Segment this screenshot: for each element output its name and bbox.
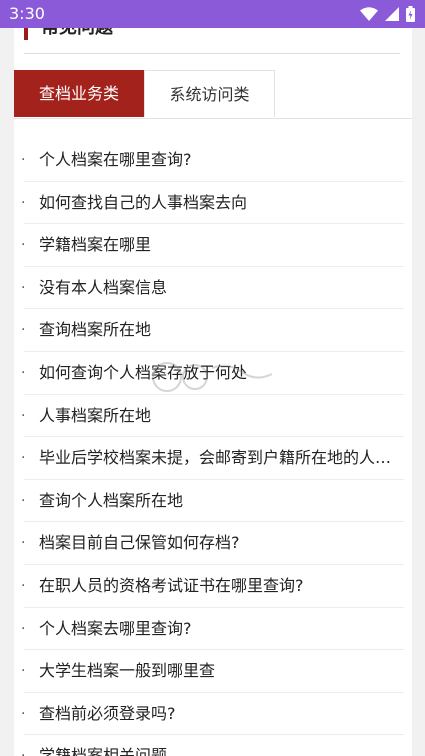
faq-question: 如何查找自己的人事档案去向: [39, 192, 248, 212]
faq-item[interactable]: · 毕业后学校档案未提，会邮寄到户籍所在地的人才中心吗?: [14, 437, 412, 480]
faq-question: 在职人员的资格考试证书在哪里查询?: [39, 575, 304, 595]
faq-item[interactable]: · 个人档案去哪里查询?: [14, 608, 412, 651]
faq-list: · 个人档案在哪里查询? · 如何查找自己的人事档案去向 · 学籍档案在哪里 · 没有本…: [14, 139, 412, 756]
section-title: 常见问题: [41, 28, 113, 40]
tab-archive-business[interactable]: 查档业务类: [14, 70, 144, 117]
bullet-icon: ·: [21, 407, 26, 424]
faq-question: 查询个人档案所在地: [39, 490, 184, 510]
faq-item[interactable]: · 个人档案在哪里查询?: [14, 139, 412, 182]
faq-question: 学籍档案相关问题: [39, 746, 168, 756]
faq-item[interactable]: · 查询档案所在地: [14, 309, 412, 352]
bullet-icon: ·: [21, 450, 26, 467]
bullet-icon: ·: [21, 620, 26, 637]
faq-question: 没有本人档案信息: [39, 277, 168, 297]
bullet-icon: ·: [21, 364, 26, 381]
faq-panel: 常见问题 查档业务类 系统访问类 · 个人档案在哪里查询? · 如何查找自己的人事档…: [14, 28, 412, 756]
bullet-icon: ·: [21, 237, 26, 254]
faq-item[interactable]: · 大学生档案一般到哪里查: [14, 650, 412, 693]
status-bar: 3:30: [0, 0, 425, 28]
faq-question: 毕业后学校档案未提，会邮寄到户籍所在地的人才中心吗?: [39, 448, 394, 468]
status-icons: [360, 5, 415, 23]
bullet-icon: ·: [21, 279, 26, 296]
faq-question: 学籍档案在哪里: [39, 235, 152, 255]
bullet-icon: ·: [21, 663, 26, 680]
faq-question: 查询档案所在地: [39, 320, 152, 340]
bullet-icon: ·: [21, 492, 26, 509]
faq-question: 个人档案去哪里查询?: [39, 618, 192, 638]
faq-item[interactable]: · 人事档案所在地: [14, 395, 412, 438]
battery-icon: [406, 6, 415, 22]
bullet-icon: ·: [21, 735, 25, 756]
faq-question: 查档前必须登录吗?: [39, 703, 176, 723]
bullet-icon: ·: [21, 535, 26, 552]
wifi-icon: [360, 7, 378, 21]
faq-question: 如何查询个人档案存放于何处: [39, 362, 248, 382]
faq-item[interactable]: · 在职人员的资格考试证书在哪里查询?: [14, 565, 412, 608]
signal-icon: [385, 7, 399, 21]
faq-item[interactable]: · 没有本人档案信息: [14, 267, 412, 310]
faq-item[interactable]: · 学籍档案相关问题: [14, 735, 412, 756]
faq-question: 档案目前自己保管如何存档?: [39, 533, 240, 553]
faq-item[interactable]: · 档案目前自己保管如何存档?: [14, 522, 412, 565]
faq-question: 人事档案所在地: [39, 405, 152, 425]
tab-system-access[interactable]: 系统访问类: [144, 70, 275, 117]
bullet-icon: ·: [21, 705, 26, 722]
section-header: 常见问题: [24, 28, 400, 54]
faq-question: 大学生档案一般到哪里查: [39, 661, 216, 681]
status-time: 3:30: [9, 4, 45, 23]
bullet-icon: ·: [21, 152, 26, 168]
category-tabs: 查档业务类 系统访问类: [14, 70, 412, 119]
bullet-icon: ·: [21, 322, 26, 339]
bullet-icon: ·: [21, 194, 26, 211]
bullet-icon: ·: [21, 577, 26, 594]
section-accent-bar: [24, 28, 28, 40]
faq-item[interactable]: · 如何查找自己的人事档案去向: [14, 182, 412, 225]
faq-item[interactable]: · 查档前必须登录吗?: [14, 693, 412, 736]
faq-item[interactable]: · 查询个人档案所在地: [14, 480, 412, 523]
faq-question: 个人档案在哪里查询?: [39, 150, 192, 169]
faq-item[interactable]: · 学籍档案在哪里: [14, 224, 412, 267]
faq-item[interactable]: · 如何查询个人档案存放于何处: [14, 352, 412, 395]
